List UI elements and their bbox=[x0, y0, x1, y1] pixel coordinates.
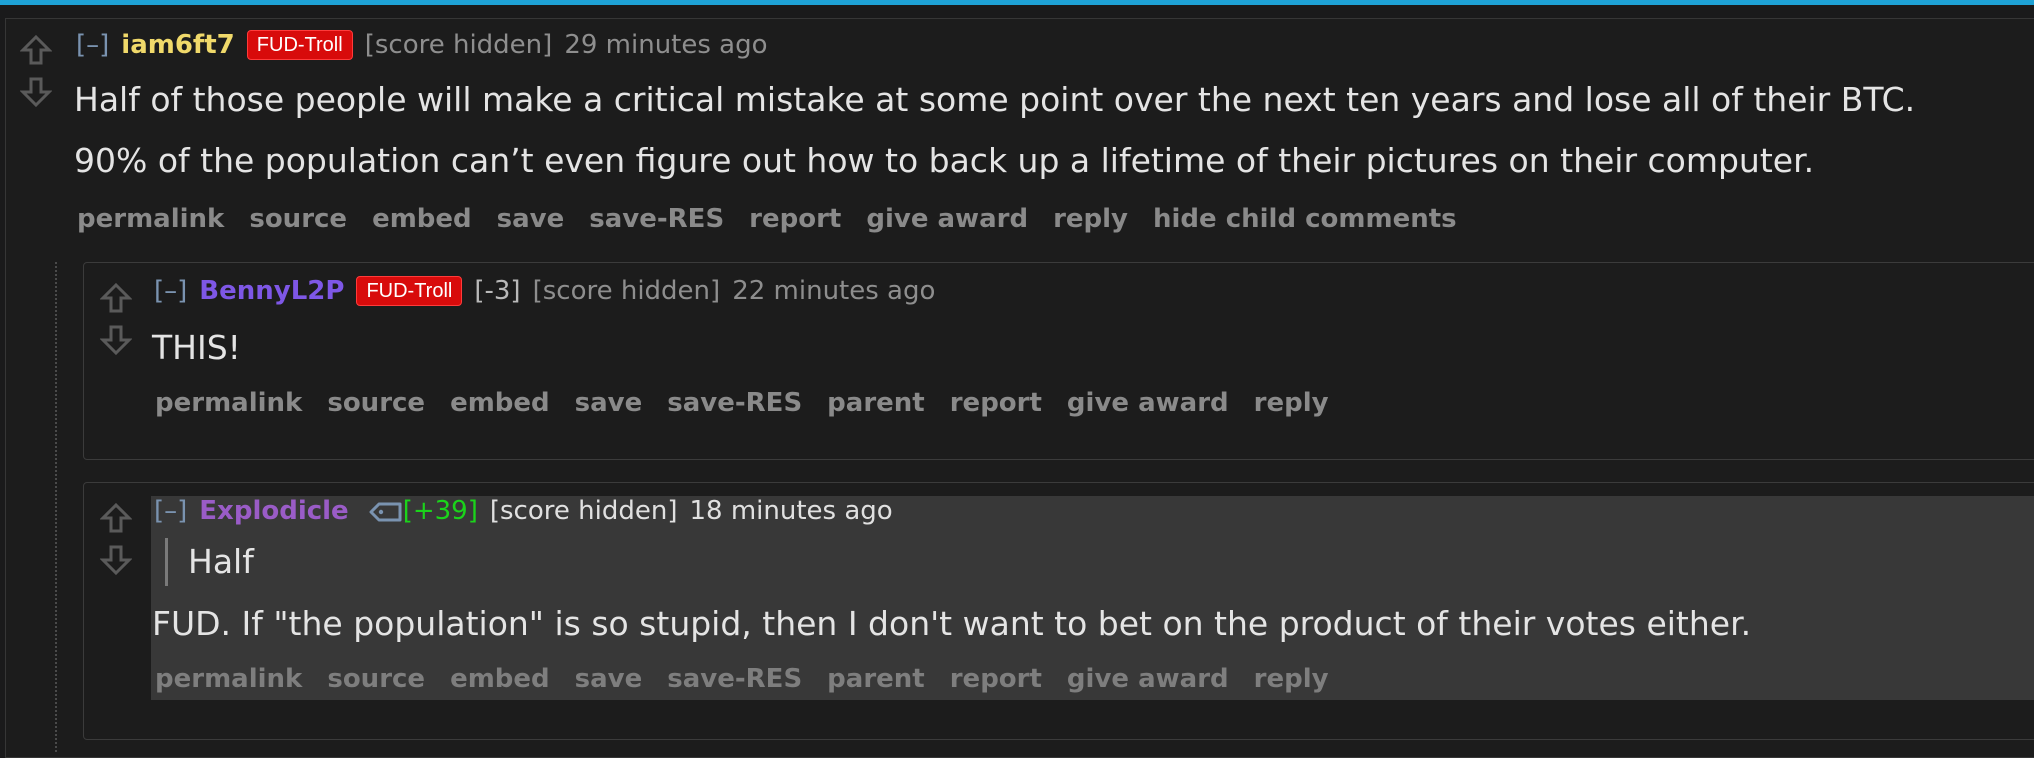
comment-tagline: [–] BennyL2P FUD-Troll [-3] [score hidde… bbox=[154, 276, 947, 306]
comment-buttons: permalink source embed save save-RES par… bbox=[155, 388, 1354, 418]
comment-body-line: 90% of the population can’t even figure … bbox=[74, 141, 1815, 180]
embed-button[interactable]: embed bbox=[450, 664, 550, 694]
comment-body-line: FUD. If "the population" is so stupid, t… bbox=[152, 604, 1752, 643]
downvote-icon[interactable] bbox=[100, 544, 132, 576]
source-button[interactable]: source bbox=[327, 664, 425, 694]
timestamp[interactable]: 22 minutes ago bbox=[732, 276, 935, 306]
give-award-button[interactable]: give award bbox=[1067, 664, 1229, 694]
upvote-icon[interactable] bbox=[20, 34, 52, 66]
collapse-toggle[interactable]: [–] bbox=[154, 276, 187, 306]
blockquote-text: Half bbox=[188, 542, 254, 581]
score-hidden: [score hidden] bbox=[532, 276, 721, 306]
comment-buttons: permalink source embed save save-RES par… bbox=[155, 664, 1354, 694]
comment-tagline: [–] Explodicle [+39] [score hidden] 18 m… bbox=[154, 496, 905, 526]
downvote-icon[interactable] bbox=[20, 76, 52, 108]
score-hidden: [score hidden] bbox=[489, 496, 678, 526]
save-res-button[interactable]: save-RES bbox=[589, 204, 724, 234]
blockquote-bar bbox=[165, 538, 168, 586]
timestamp[interactable]: 29 minutes ago bbox=[564, 30, 767, 60]
user-flair: FUD-Troll bbox=[356, 276, 463, 306]
author-link[interactable]: Explodicle bbox=[199, 496, 348, 526]
report-button[interactable]: report bbox=[749, 204, 841, 234]
reply-button[interactable]: reply bbox=[1053, 204, 1128, 234]
reply-button[interactable]: reply bbox=[1254, 388, 1329, 418]
parent-button[interactable]: parent bbox=[827, 664, 925, 694]
comment-tagline: [–] iam6ft7 FUD-Troll [score hidden] 29 … bbox=[76, 30, 780, 60]
report-button[interactable]: report bbox=[950, 664, 1042, 694]
save-res-button[interactable]: save-RES bbox=[667, 664, 802, 694]
downvote-icon[interactable] bbox=[100, 324, 132, 356]
user-score-tag: [-3] bbox=[474, 276, 521, 306]
permalink-button[interactable]: permalink bbox=[77, 204, 224, 234]
save-res-button[interactable]: save-RES bbox=[667, 388, 802, 418]
collapse-toggle[interactable]: [–] bbox=[154, 496, 187, 526]
top-accent-bar bbox=[0, 0, 2034, 5]
author-link[interactable]: BennyL2P bbox=[199, 276, 344, 306]
save-button[interactable]: save bbox=[575, 388, 643, 418]
source-button[interactable]: source bbox=[327, 388, 425, 418]
timestamp[interactable]: 18 minutes ago bbox=[689, 496, 892, 526]
embed-button[interactable]: embed bbox=[372, 204, 472, 234]
comment-body-line: Half of those people will make a critica… bbox=[74, 80, 1916, 119]
give-award-button[interactable]: give award bbox=[1067, 388, 1229, 418]
score-hidden: [score hidden] bbox=[364, 30, 553, 60]
source-button[interactable]: source bbox=[249, 204, 347, 234]
tag-icon[interactable] bbox=[369, 500, 403, 522]
save-button[interactable]: save bbox=[575, 664, 643, 694]
user-score-tag: [+39] bbox=[402, 496, 478, 526]
author-link[interactable]: iam6ft7 bbox=[121, 30, 234, 60]
collapse-toggle[interactable]: [–] bbox=[76, 30, 109, 60]
upvote-icon[interactable] bbox=[100, 282, 132, 314]
report-button[interactable]: report bbox=[950, 388, 1042, 418]
save-button[interactable]: save bbox=[497, 204, 565, 234]
permalink-button[interactable]: permalink bbox=[155, 664, 302, 694]
parent-button[interactable]: parent bbox=[827, 388, 925, 418]
reply-button[interactable]: reply bbox=[1254, 664, 1329, 694]
embed-button[interactable]: embed bbox=[450, 388, 550, 418]
give-award-button[interactable]: give award bbox=[866, 204, 1028, 234]
comment-buttons: permalink source embed save save-RES rep… bbox=[77, 204, 1482, 234]
user-flair: FUD-Troll bbox=[246, 30, 353, 60]
hide-child-comments-button[interactable]: hide child comments bbox=[1153, 204, 1457, 234]
permalink-button[interactable]: permalink bbox=[155, 388, 302, 418]
thread-line[interactable] bbox=[55, 262, 57, 752]
upvote-icon[interactable] bbox=[100, 502, 132, 534]
comment-body-line: THIS! bbox=[152, 328, 241, 367]
